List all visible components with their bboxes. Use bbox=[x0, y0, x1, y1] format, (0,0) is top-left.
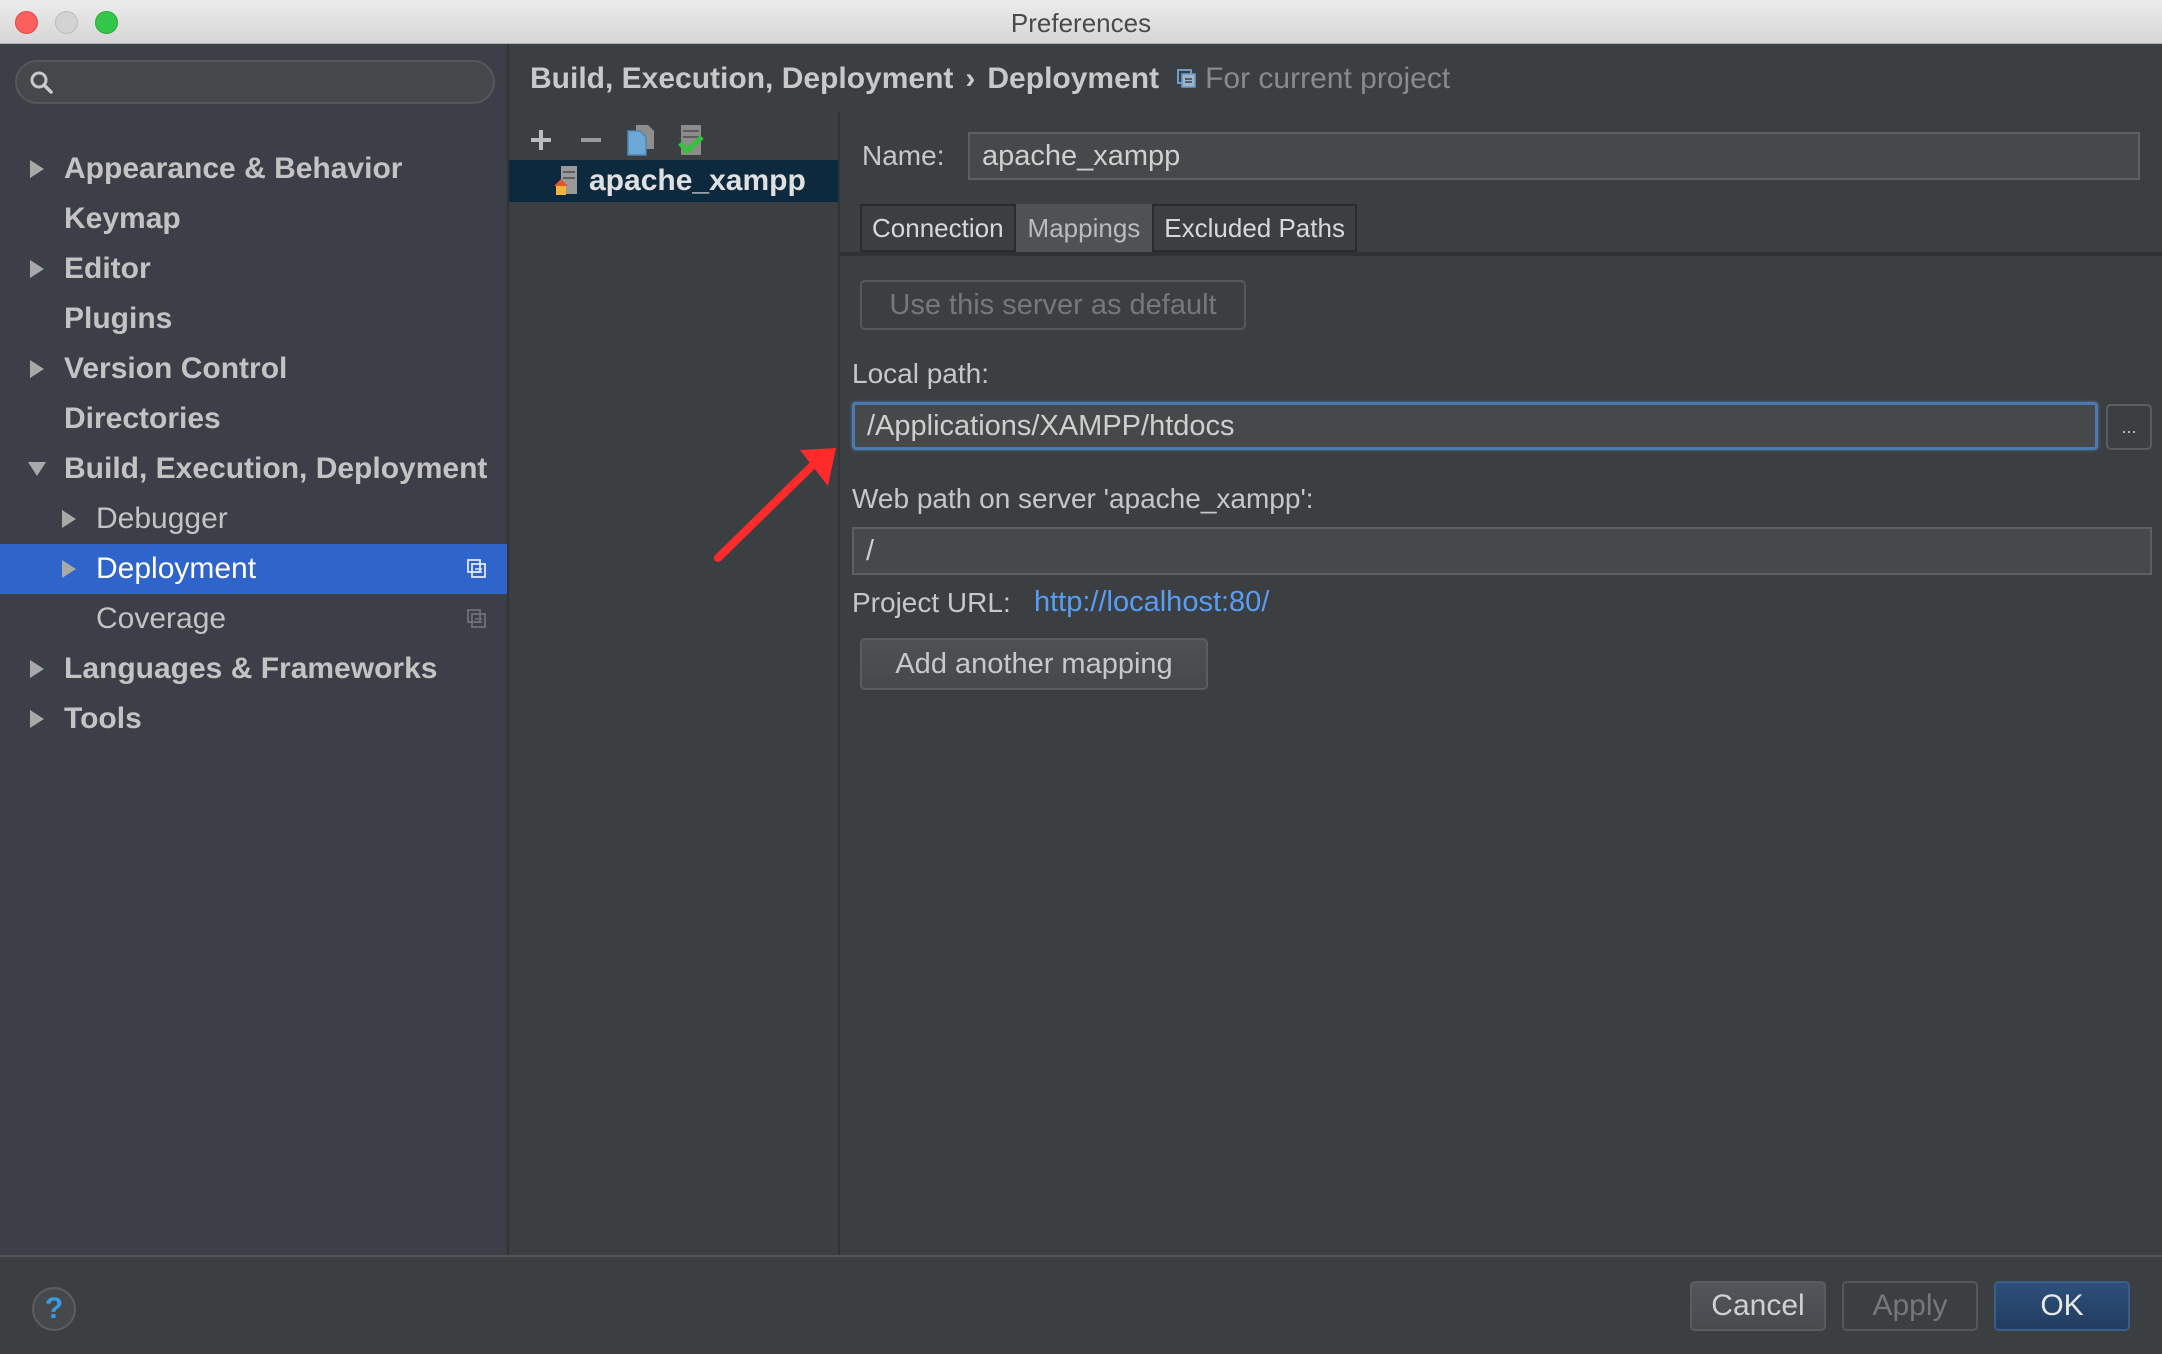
server-name-value: apache_xampp bbox=[982, 139, 1181, 172]
sidebar-item-editor[interactable]: Editor bbox=[0, 244, 507, 294]
search-icon bbox=[30, 71, 53, 94]
sidebar-item-appearance-behavior[interactable]: Appearance & Behavior bbox=[0, 144, 507, 194]
add-another-mapping-button[interactable]: Add another mapping bbox=[860, 638, 1208, 690]
sidebar-item-deployment[interactable]: Deployment bbox=[0, 544, 507, 594]
web-path-label: Web path on server 'apache_xampp': bbox=[852, 483, 1314, 514]
help-button[interactable]: ? bbox=[32, 1287, 76, 1331]
name-label: Name: bbox=[862, 140, 945, 171]
sidebar-item-plugins[interactable]: Plugins bbox=[0, 294, 507, 344]
breadcrumb: Build, Execution, Deployment › Deploymen… bbox=[530, 62, 1450, 96]
sidebar-item-coverage[interactable]: Coverage bbox=[0, 594, 507, 644]
sidebar-item-label: Editor bbox=[64, 252, 151, 285]
project-scope-icon bbox=[1177, 69, 1196, 88]
chevron-right-icon[interactable] bbox=[62, 510, 76, 528]
server-list-panel: apache_xampp bbox=[509, 112, 840, 1255]
sidebar-item-label: Deployment bbox=[96, 552, 257, 585]
sidebar-item-label: Version Control bbox=[64, 352, 288, 385]
add-mapping-label: Add another mapping bbox=[895, 647, 1173, 680]
project-url-link[interactable]: http://localhost:80/ bbox=[1034, 586, 1269, 619]
sidebar-item-languages-frameworks[interactable]: Languages & Frameworks bbox=[0, 644, 507, 694]
sidebar-item-label: Appearance & Behavior bbox=[64, 152, 403, 185]
apply-button[interactable]: Apply bbox=[1842, 1281, 1978, 1331]
chevron-right-icon[interactable] bbox=[30, 160, 44, 178]
chevron-right-icon[interactable] bbox=[30, 710, 44, 728]
local-path-value: /Applications/XAMPP/htdocs bbox=[867, 409, 1235, 442]
use-as-default-server-button[interactable]: Use this server as default bbox=[860, 280, 1246, 330]
settings-sidebar: Appearance & Behavior Keymap Editor Plugins… bbox=[0, 44, 509, 1255]
minus-icon bbox=[581, 138, 601, 142]
sidebar-item-keymap[interactable]: Keymap bbox=[0, 194, 507, 244]
annotation-arrow-icon bbox=[714, 448, 836, 562]
project-scope-icon bbox=[467, 609, 486, 628]
local-path-label: Local path: bbox=[852, 358, 989, 389]
cancel-button[interactable]: Cancel bbox=[1690, 1281, 1826, 1331]
project-url-label: Project URL: bbox=[852, 587, 1011, 618]
server-list-item[interactable]: apache_xampp bbox=[509, 160, 838, 202]
ok-button[interactable]: OK bbox=[1994, 1281, 2130, 1331]
local-server-icon bbox=[554, 166, 577, 195]
chevron-right-icon[interactable] bbox=[30, 260, 44, 278]
server-name-input[interactable]: apache_xampp bbox=[968, 132, 2140, 180]
sidebar-item-build-execution-deployment[interactable]: Build, Execution, Deployment bbox=[0, 444, 507, 494]
settings-search-input[interactable] bbox=[15, 60, 495, 104]
sidebar-item-label: Languages & Frameworks bbox=[64, 652, 438, 685]
tab-excluded-paths-label: Excluded Paths bbox=[1164, 212, 1345, 243]
sidebar-item-label: Directories bbox=[64, 402, 221, 435]
sidebar-item-label: Debugger bbox=[96, 502, 228, 535]
web-path-value: / bbox=[866, 534, 875, 567]
project-scope-icon bbox=[467, 559, 486, 578]
cancel-label: Cancel bbox=[1711, 1289, 1805, 1322]
copy-icon bbox=[627, 125, 654, 156]
breadcrumb-separator: › bbox=[965, 62, 976, 95]
title-bar: Preferences bbox=[0, 0, 2162, 44]
apply-label: Apply bbox=[1872, 1289, 1948, 1322]
tab-connection[interactable]: Connection bbox=[860, 204, 1016, 252]
local-path-input[interactable]: /Applications/XAMPP/htdocs bbox=[852, 402, 2098, 450]
sidebar-item-label: Tools bbox=[64, 702, 142, 735]
sidebar-item-label: Build, Execution, Deployment bbox=[64, 452, 488, 485]
sidebar-item-version-control[interactable]: Version Control bbox=[0, 344, 507, 394]
chevron-right-icon[interactable] bbox=[62, 560, 76, 578]
help-icon: ? bbox=[44, 1292, 64, 1325]
tab-divider bbox=[840, 252, 2162, 256]
sidebar-item-debugger[interactable]: Debugger bbox=[0, 494, 507, 544]
remove-server-button[interactable] bbox=[573, 122, 609, 158]
tab-mappings[interactable]: Mappings bbox=[1015, 204, 1153, 252]
browse-ellipsis-icon: ... bbox=[2121, 416, 2137, 437]
copy-server-button[interactable] bbox=[623, 122, 659, 158]
chevron-down-icon[interactable] bbox=[28, 462, 46, 476]
dialog-footer: ? Cancel Apply OK bbox=[0, 1255, 2162, 1354]
chevron-right-icon[interactable] bbox=[30, 660, 44, 678]
web-path-input[interactable]: / bbox=[852, 527, 2152, 575]
use-as-default-label: Use this server as default bbox=[889, 288, 1217, 321]
chevron-right-icon[interactable] bbox=[30, 360, 44, 378]
sidebar-item-label: Plugins bbox=[64, 302, 173, 335]
sidebar-item-tools[interactable]: Tools bbox=[0, 694, 507, 744]
add-server-button[interactable] bbox=[523, 122, 559, 158]
tab-bar: Connection Mappings Excluded Paths bbox=[860, 204, 1357, 252]
plus-icon bbox=[531, 130, 551, 150]
tab-connection-label: Connection bbox=[872, 212, 1004, 243]
sidebar-item-label: Coverage bbox=[96, 602, 227, 635]
deployment-form: Name: apache_xampp Connection Mappings E… bbox=[840, 112, 2162, 1255]
tab-mappings-label: Mappings bbox=[1027, 212, 1141, 243]
ok-label: OK bbox=[2040, 1289, 2084, 1322]
breadcrumb-scope: For current project bbox=[1205, 62, 1451, 95]
sidebar-item-label: Keymap bbox=[64, 202, 181, 235]
server-name: apache_xampp bbox=[589, 164, 806, 197]
server-check-icon bbox=[678, 125, 704, 155]
tab-excluded-paths[interactable]: Excluded Paths bbox=[1152, 204, 1357, 252]
sidebar-item-directories[interactable]: Directories bbox=[0, 394, 507, 444]
use-as-default-button[interactable] bbox=[673, 122, 709, 158]
breadcrumb-parent: Build, Execution, Deployment bbox=[530, 62, 954, 95]
breadcrumb-current: Deployment bbox=[987, 62, 1160, 95]
browse-local-path-button[interactable]: ... bbox=[2106, 404, 2152, 450]
window-title: Preferences bbox=[1010, 8, 1152, 38]
